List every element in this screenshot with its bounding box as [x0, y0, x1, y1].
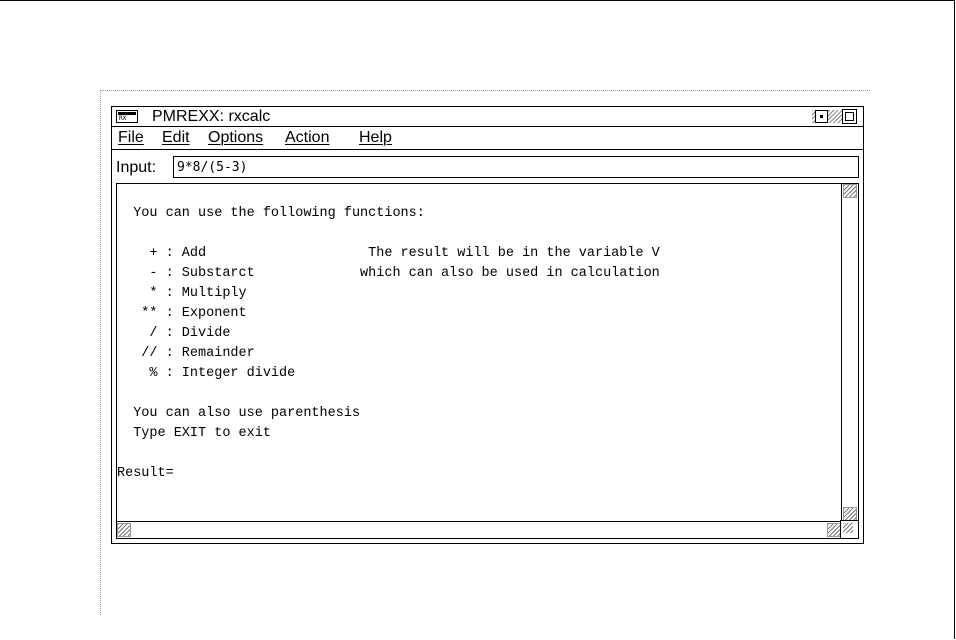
input-row: Input:: [112, 153, 863, 181]
vertical-scrollbar[interactable]: [841, 184, 858, 521]
scroll-left-button[interactable]: [117, 523, 131, 537]
output-area[interactable]: You can use the following functions: + :…: [116, 183, 859, 539]
window-title: PMREXX: rxcalc: [152, 108, 271, 125]
input-field[interactable]: [173, 156, 859, 178]
input-label: Input:: [116, 159, 157, 176]
output-line: Type EXIT to exit: [117, 426, 271, 441]
title-bar[interactable]: RX PMREXX: rxcalc: [112, 107, 863, 127]
output-line: ** : Exponent: [117, 306, 247, 321]
menu-help[interactable]: Help: [359, 127, 392, 149]
maximize-icon[interactable]: [842, 109, 857, 124]
system-menu-icon[interactable]: RX: [116, 110, 138, 123]
menu-edit[interactable]: Edit: [162, 127, 190, 149]
pmrexx-window: RX PMREXX: rxcalc File Edit Options Acti…: [111, 106, 864, 544]
output-line: % : Integer divide: [117, 366, 296, 381]
dotted-guide-left: [100, 90, 101, 615]
output-line: + : Add The result will be in the variab…: [117, 246, 660, 261]
output-line: / : Divide: [117, 326, 231, 341]
menu-action[interactable]: Action: [285, 127, 329, 149]
output-line: - : Substarct which can also be used in …: [117, 266, 660, 281]
menu-bar: File Edit Options Action Help: [112, 127, 863, 150]
size-grip[interactable]: [840, 520, 858, 538]
menu-options[interactable]: Options: [208, 127, 263, 149]
scroll-right-button[interactable]: [827, 523, 841, 537]
dotted-guide-top: [100, 90, 870, 91]
scroll-up-button[interactable]: [843, 184, 857, 198]
horizontal-scrollbar[interactable]: [117, 521, 841, 538]
output-line: You can also use parenthesis: [117, 406, 361, 421]
output-line: * : Multiply: [117, 286, 247, 301]
scroll-down-button[interactable]: [843, 507, 857, 521]
output-line: // : Remainder: [117, 346, 255, 361]
output-line: You can use the following functions:: [117, 206, 425, 221]
output-text: You can use the following functions: + :…: [117, 184, 660, 484]
output-line: Result=: [117, 466, 174, 481]
menu-file[interactable]: File: [118, 127, 144, 149]
minimize-icon[interactable]: [815, 110, 828, 123]
